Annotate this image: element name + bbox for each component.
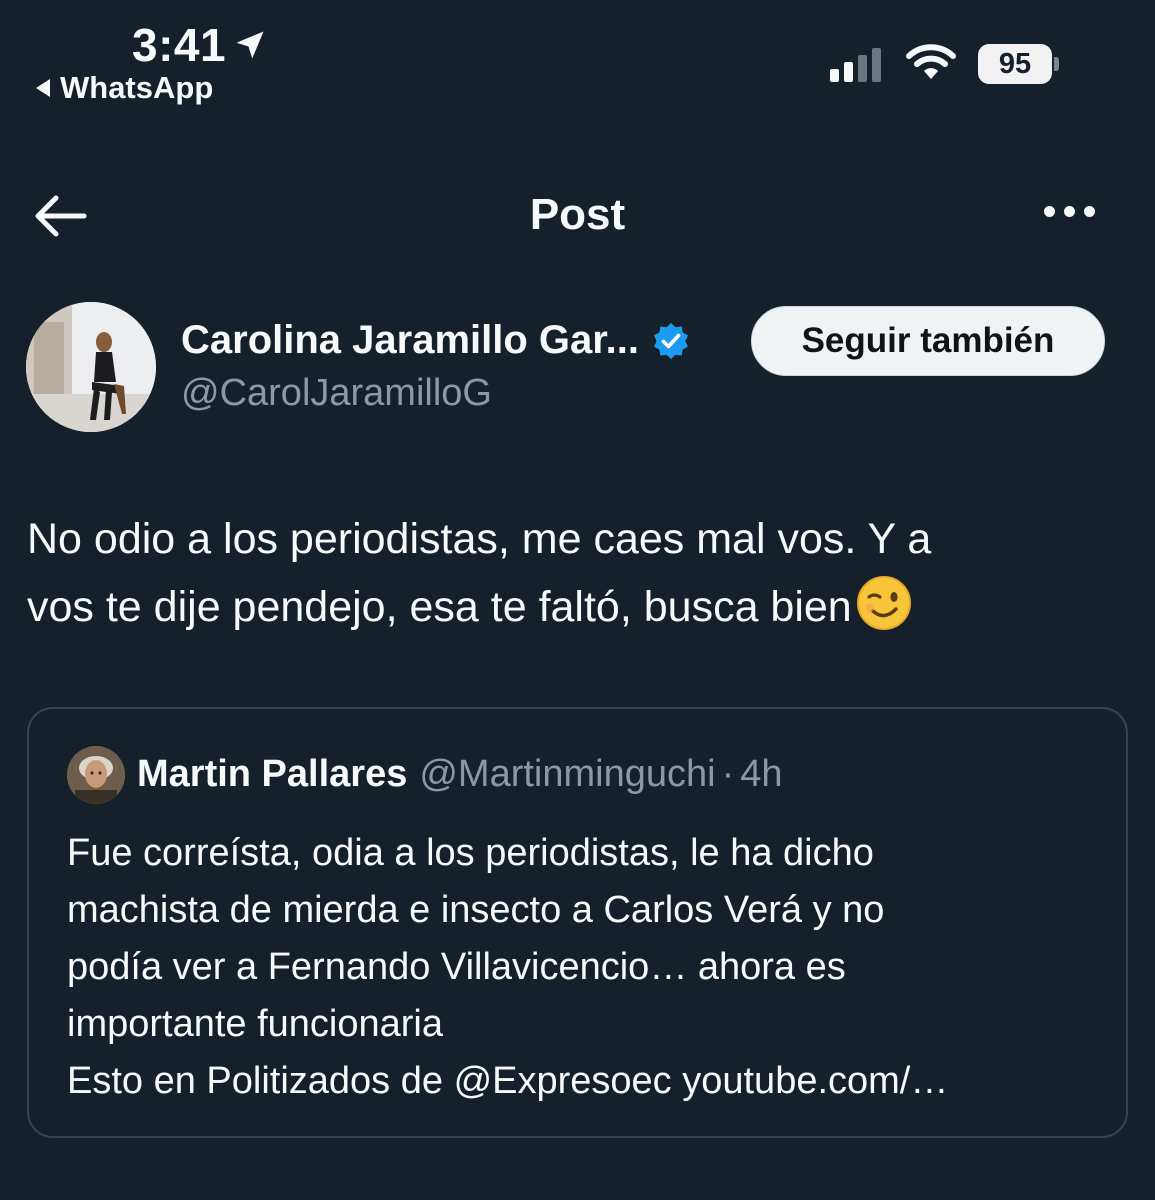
winking-face-icon xyxy=(856,576,911,630)
quoted-text-line: importante funcionaria xyxy=(67,1003,443,1045)
follow-button[interactable]: Seguir también xyxy=(751,306,1105,376)
verified-badge-icon xyxy=(653,322,688,359)
quoted-text-line: podía ver a Fernando Villavicencio… ahor… xyxy=(67,946,846,988)
back-app-label: WhatsApp xyxy=(60,70,214,105)
quoted-avatar-image xyxy=(67,746,125,804)
battery-level: 95 xyxy=(998,47,1032,80)
status-time: 3:41 xyxy=(132,18,268,72)
post-text-line: No odio a los periodistas, me caes mal v… xyxy=(27,515,932,563)
quoted-post-header: Martin Pallares @Martinminguchi · 4h xyxy=(137,753,783,796)
page-title: Post xyxy=(529,190,626,239)
quoted-author-avatar[interactable] xyxy=(67,746,125,804)
post-text: No odio a los periodistas, me caes mal v… xyxy=(27,505,1127,641)
author-name-text: Carolina Jaramillo Gar... xyxy=(181,318,639,362)
quoted-post-time: 4h xyxy=(740,753,783,795)
quoted-author-handle[interactable]: @Martinminguchi xyxy=(419,753,715,796)
battery-indicator: 95 xyxy=(978,44,1052,84)
cellular-signal-icon xyxy=(830,46,881,82)
post-text-line: vos te dije pendejo, esa te faltó, busca… xyxy=(27,583,852,631)
back-triangle-icon xyxy=(36,79,50,97)
quoted-text-line: Esto en Politizados de @Expresoec youtub… xyxy=(67,1060,949,1102)
post-text-line-with-emoji: vos te dije pendejo, esa te faltó, busca… xyxy=(27,573,1127,641)
author-name[interactable]: Carolina Jaramillo Gar... xyxy=(181,318,691,363)
location-arrow-icon xyxy=(236,31,264,59)
back-to-app-button[interactable]: WhatsApp xyxy=(36,70,213,106)
quoted-author-name[interactable]: Martin Pallares xyxy=(137,753,407,796)
author-handle[interactable]: @CarolJaramilloG xyxy=(181,372,492,415)
battery-tip xyxy=(1054,57,1059,71)
status-time-text: 3:41 xyxy=(132,19,227,71)
quoted-post-text: Fue correísta, odia a los periodistas, l… xyxy=(67,825,1117,1110)
screen: 3:41 WhatsApp 95 Post Carolina Jaramillo… xyxy=(0,0,1155,1200)
quoted-post[interactable]: Martin Pallares @Martinminguchi · 4h Fue… xyxy=(27,707,1128,1138)
quoted-text-line: machista de mierda e insecto a Carlos Ve… xyxy=(67,889,885,931)
more-horizontal-icon[interactable] xyxy=(1044,206,1095,217)
wifi-icon xyxy=(906,44,956,79)
avatar-image xyxy=(26,302,156,432)
author-avatar[interactable] xyxy=(26,302,156,432)
quoted-text-line: Fue correísta, odia a los periodistas, l… xyxy=(67,832,874,874)
separator-dot: · xyxy=(721,753,735,795)
